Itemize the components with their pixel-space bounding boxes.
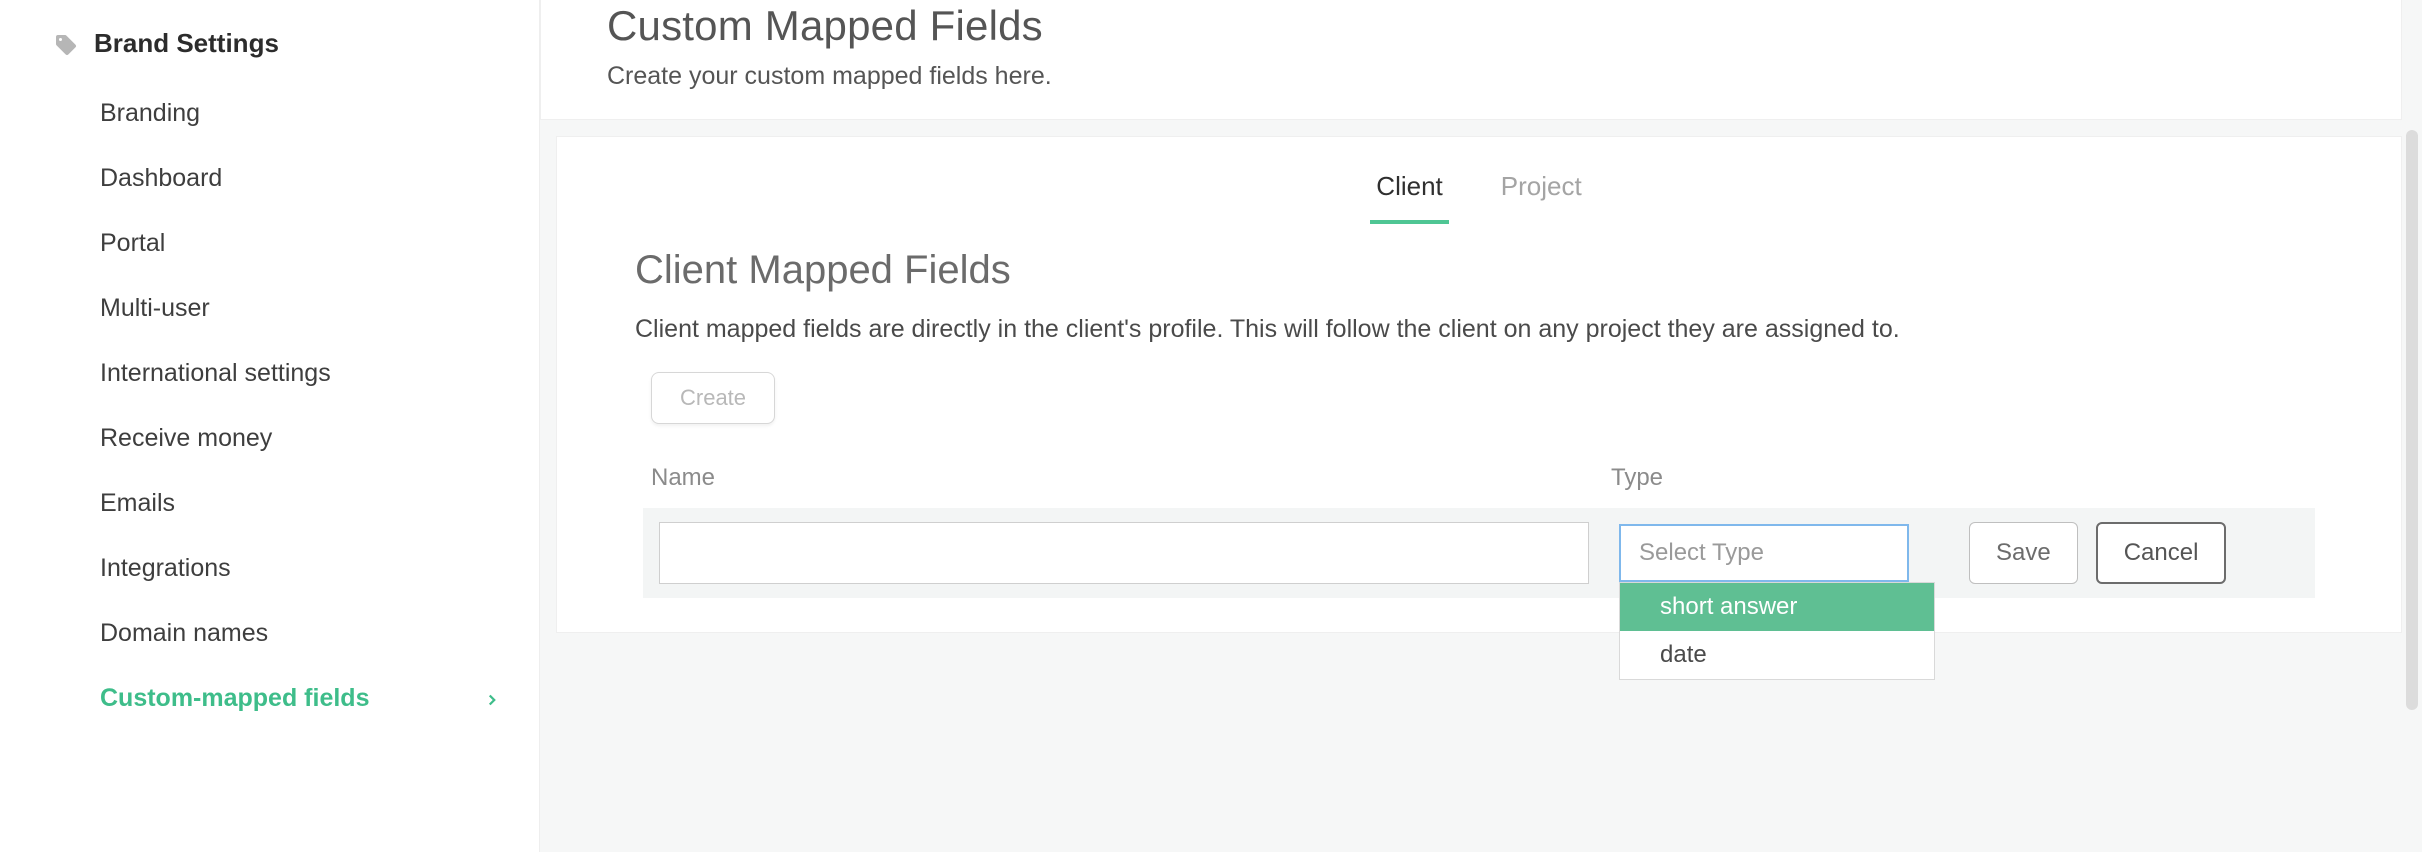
sidebar: Brand Settings Branding Dashboard Portal… bbox=[0, 0, 540, 852]
sidebar-item-receive-money[interactable]: Receive money bbox=[100, 406, 539, 471]
sidebar-items: Branding Dashboard Portal Multi-user Int… bbox=[0, 81, 539, 731]
field-name-input[interactable] bbox=[659, 522, 1589, 584]
sidebar-item-label: Domain names bbox=[100, 619, 268, 648]
sidebar-item-label: Integrations bbox=[100, 554, 231, 583]
sidebar-item-custom-mapped-fields[interactable]: Custom-mapped fields bbox=[100, 666, 539, 731]
type-select-wrap: Select Type short answer date bbox=[1619, 524, 1959, 582]
sidebar-item-emails[interactable]: Emails bbox=[100, 471, 539, 536]
row-actions: Save Cancel bbox=[1959, 522, 2299, 584]
page-header: Custom Mapped Fields Create your custom … bbox=[540, 0, 2402, 120]
tag-icon bbox=[54, 33, 76, 55]
section-client-mapped-fields: Client Mapped Fields Client mapped field… bbox=[557, 224, 2401, 598]
sidebar-item-label: Portal bbox=[100, 229, 165, 258]
sidebar-item-label: Multi-user bbox=[100, 294, 210, 323]
option-label: date bbox=[1660, 641, 1707, 668]
sidebar-item-domain-names[interactable]: Domain names bbox=[100, 601, 539, 666]
sidebar-item-label: Branding bbox=[100, 99, 200, 128]
cancel-button[interactable]: Cancel bbox=[2096, 522, 2227, 584]
panel: Client Project Client Mapped Fields Clie… bbox=[556, 136, 2402, 633]
cancel-button-label: Cancel bbox=[2124, 539, 2199, 566]
save-button-label: Save bbox=[1996, 539, 2051, 566]
col-name: Name bbox=[651, 464, 1611, 492]
sidebar-item-label: Receive money bbox=[100, 424, 272, 453]
tab-label: Client bbox=[1376, 171, 1442, 201]
sidebar-item-label: Custom-mapped fields bbox=[100, 684, 369, 713]
section-description: Client mapped fields are directly in the… bbox=[635, 315, 2323, 344]
sidebar-section-header: Brand Settings bbox=[0, 28, 539, 81]
sidebar-item-label: Emails bbox=[100, 489, 175, 518]
sidebar-item-portal[interactable]: Portal bbox=[100, 211, 539, 276]
sidebar-section-title: Brand Settings bbox=[94, 28, 279, 59]
col-type: Type bbox=[1611, 464, 1911, 492]
sidebar-item-multi-user[interactable]: Multi-user bbox=[100, 276, 539, 341]
field-type-select[interactable]: Select Type bbox=[1619, 524, 1909, 582]
save-button[interactable]: Save bbox=[1969, 522, 2078, 584]
tab-client[interactable]: Client bbox=[1370, 165, 1448, 224]
chevron-right-icon bbox=[483, 691, 499, 707]
type-dropdown: short answer date bbox=[1619, 582, 1935, 680]
page-title: Custom Mapped Fields bbox=[607, 0, 2401, 50]
create-button[interactable]: Create bbox=[651, 372, 775, 424]
option-label: short answer bbox=[1660, 593, 1797, 620]
table-header: Name Type bbox=[635, 424, 2323, 508]
type-option-date[interactable]: date bbox=[1620, 631, 1934, 679]
sidebar-item-international-settings[interactable]: International settings bbox=[100, 341, 539, 406]
sidebar-item-integrations[interactable]: Integrations bbox=[100, 536, 539, 601]
create-button-label: Create bbox=[680, 385, 746, 410]
tabs: Client Project bbox=[557, 137, 2401, 224]
tab-project[interactable]: Project bbox=[1495, 165, 1588, 224]
main-content: Custom Mapped Fields Create your custom … bbox=[540, 0, 2422, 852]
section-heading: Client Mapped Fields bbox=[635, 248, 2323, 293]
field-row: Select Type short answer date Save Cance… bbox=[643, 508, 2315, 598]
tab-label: Project bbox=[1501, 171, 1582, 201]
sidebar-item-dashboard[interactable]: Dashboard bbox=[100, 146, 539, 211]
sidebar-item-label: International settings bbox=[100, 359, 331, 388]
scrollbar[interactable] bbox=[2406, 130, 2418, 710]
page-subtitle: Create your custom mapped fields here. bbox=[607, 62, 2401, 91]
type-placeholder: Select Type bbox=[1639, 539, 1764, 567]
type-option-short-answer[interactable]: short answer bbox=[1620, 583, 1934, 631]
sidebar-item-label: Dashboard bbox=[100, 164, 222, 193]
sidebar-item-branding[interactable]: Branding bbox=[100, 81, 539, 146]
